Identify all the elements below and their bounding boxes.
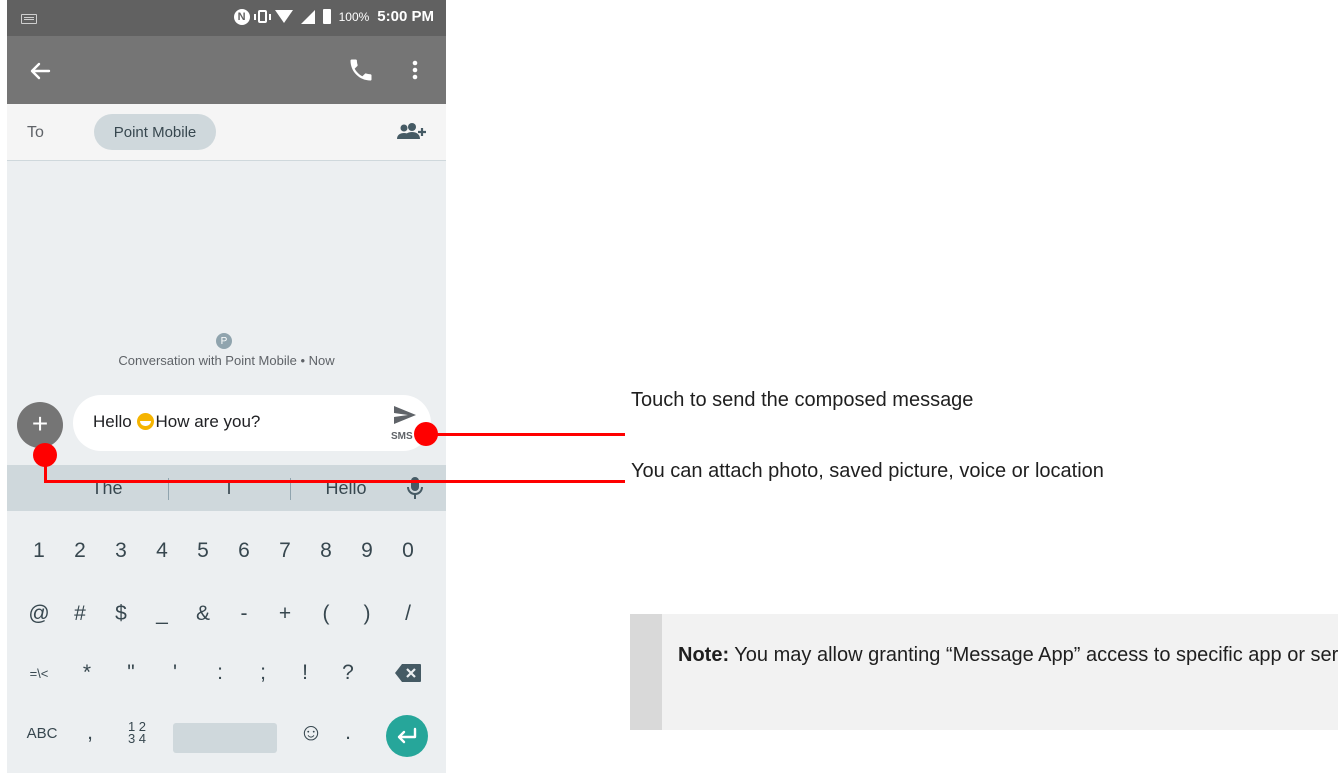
enter-icon	[397, 727, 417, 744]
send-callout-text: Touch to send the composed message	[631, 389, 974, 411]
key[interactable]: 6	[224, 523, 264, 579]
key[interactable]: &	[183, 586, 223, 642]
note-text: Note: You may allow granting “Message Ap…	[678, 642, 1338, 669]
phone-icon[interactable]	[347, 56, 375, 84]
key[interactable]: _	[142, 586, 182, 642]
key[interactable]: 9	[347, 523, 387, 579]
attach-button[interactable]: +	[17, 402, 63, 448]
app-bar	[7, 36, 446, 104]
attach-callout-marker	[33, 443, 57, 467]
backspace-icon[interactable]	[394, 663, 422, 683]
message-compose-field[interactable]: Hello How are you? SMS	[73, 395, 431, 451]
status-clock: 5:00 PM	[377, 8, 434, 25]
send-callout-marker	[414, 422, 438, 446]
send-label: SMS	[391, 431, 413, 442]
key-more-symbols[interactable]: =\<	[19, 645, 59, 701]
message-text[interactable]: Hello How are you?	[93, 412, 260, 432]
key-comma[interactable]: ,	[75, 705, 105, 761]
key[interactable]: ?	[328, 645, 368, 701]
suggestion-strip: The I Hello	[7, 465, 446, 511]
key[interactable]: @	[19, 586, 59, 642]
symbol-keyboard: 1 2 3 4 5 6 7 8 9 0 @ # $ _ & - + ( ) / …	[7, 511, 446, 773]
send-icon	[394, 406, 416, 424]
suggestion-item[interactable]: I	[169, 465, 289, 511]
key-abc[interactable]: ABC	[19, 705, 65, 761]
key[interactable]: 2	[60, 523, 100, 579]
key[interactable]: )	[347, 586, 387, 642]
key[interactable]: /	[388, 586, 428, 642]
status-bar: N 100% 5:00 PM	[7, 0, 446, 36]
more-vert-icon[interactable]	[403, 56, 427, 84]
keyboard-row-bottom: ABC , 1 2 3 4 ☺ .	[7, 705, 446, 761]
key[interactable]: (	[306, 586, 346, 642]
cell-signal-icon	[300, 9, 315, 24]
key[interactable]: !	[285, 645, 325, 701]
message-text-start: Hello	[93, 412, 137, 431]
phone-screen: N 100% 5:00 PM To Point Mobile P Convers…	[7, 0, 446, 773]
recipient-chip[interactable]: Point Mobile	[94, 114, 216, 150]
keyboard-row-digits: 1 2 3 4 5 6 7 8 9 0	[7, 523, 446, 579]
key[interactable]: 1	[19, 523, 59, 579]
back-arrow-icon[interactable]	[25, 56, 55, 86]
keyboard-indicator-icon	[21, 14, 37, 24]
key[interactable]: 0	[388, 523, 428, 579]
note-body: You may allow granting “Message App” acc…	[729, 644, 1338, 666]
add-people-icon[interactable]	[395, 122, 429, 144]
key[interactable]: 7	[265, 523, 305, 579]
keyboard-row-punctuation: =\< * " ' : ; ! ?	[7, 645, 446, 701]
key-period[interactable]: .	[333, 705, 363, 761]
conversation-caption: Conversation with Point Mobile • Now	[118, 353, 335, 368]
vibrate-icon	[253, 10, 271, 23]
conversation-avatar: P	[216, 333, 232, 349]
message-text-end: How are you?	[155, 412, 261, 431]
key[interactable]: 4	[142, 523, 182, 579]
key[interactable]: 8	[306, 523, 346, 579]
key[interactable]: '	[155, 645, 195, 701]
attach-callout-line-horizontal	[44, 480, 625, 483]
grinning-emoji-icon	[137, 413, 155, 430]
key-numpad[interactable]: 1 2 3 4	[117, 705, 157, 761]
emoji-icon[interactable]: ☺	[291, 705, 331, 761]
status-icons: N 100% 5:00 PM	[233, 8, 434, 25]
wifi-icon	[274, 10, 293, 23]
note-label: Note:	[678, 644, 730, 666]
key[interactable]: -	[224, 586, 264, 642]
to-label: To	[27, 124, 44, 141]
key[interactable]: 3	[101, 523, 141, 579]
keyboard-row-symbols: @ # $ _ & - + ( ) /	[7, 586, 446, 642]
battery-icon	[322, 9, 331, 24]
key[interactable]: +	[265, 586, 305, 642]
suggestion-item[interactable]: Hello	[291, 465, 401, 511]
note-box: Note: You may allow granting “Message Ap…	[630, 614, 1338, 730]
key[interactable]: #	[60, 586, 100, 642]
key[interactable]: $	[101, 586, 141, 642]
attach-callout-text: You can attach photo, saved picture, voi…	[631, 460, 1104, 482]
key[interactable]: :	[200, 645, 240, 701]
nfc-icon: N	[233, 8, 250, 25]
key[interactable]: *	[67, 645, 107, 701]
battery-percent: 100%	[338, 9, 370, 24]
enter-key[interactable]	[386, 715, 428, 757]
key[interactable]: 5	[183, 523, 223, 579]
recipient-bar: To Point Mobile	[7, 104, 446, 161]
key[interactable]: ;	[243, 645, 283, 701]
key[interactable]: "	[111, 645, 151, 701]
send-callout-line	[427, 433, 625, 436]
suggestion-item[interactable]: The	[47, 465, 167, 511]
note-accent-bar	[630, 614, 662, 730]
mic-icon[interactable]	[403, 475, 427, 501]
space-bar[interactable]	[173, 723, 277, 753]
